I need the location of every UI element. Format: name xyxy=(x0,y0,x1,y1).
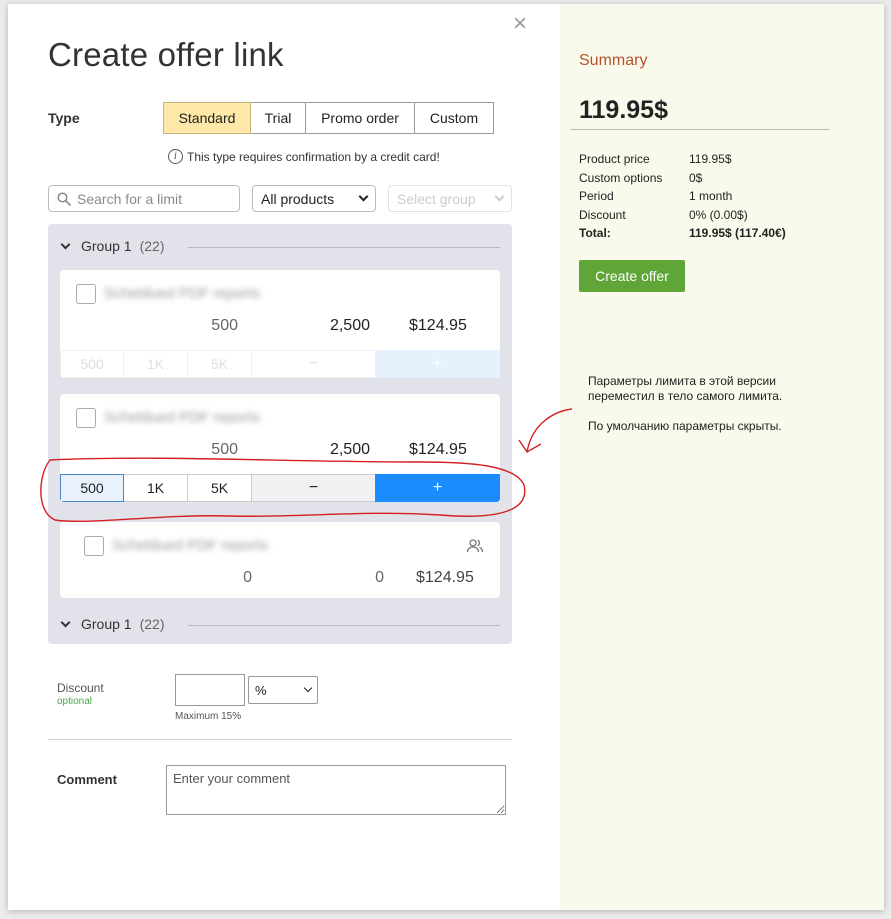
create-offer-modal: × Create offer link Type Standard Trial … xyxy=(8,4,884,910)
limit-price: $124.95 xyxy=(409,441,467,458)
limit-price: $124.95 xyxy=(416,569,474,586)
limit-name: Scheldued PDF reports xyxy=(104,285,260,302)
offer-form: × Create offer link Type Standard Trial … xyxy=(8,4,560,910)
discount-unit-value: % xyxy=(255,682,267,698)
summary-row-label: Custom options xyxy=(579,171,663,185)
type-segmented-control: Standard Trial Promo order Custom xyxy=(163,102,494,134)
annotation-line: Параметры лимита в этой версии xyxy=(588,374,776,388)
summary-row: Product price 119.95$ xyxy=(579,152,829,166)
limit-name: Scheldued PDF reports xyxy=(104,409,260,426)
group-name: Group 1 xyxy=(81,238,132,254)
type-trial-button[interactable]: Trial xyxy=(250,102,306,134)
step-5k-button[interactable]: 5K xyxy=(187,474,252,502)
limit-total: 2,500 xyxy=(329,441,370,458)
limit-checkbox[interactable] xyxy=(76,408,96,428)
summary-row-total: Total: 119.95$ (117.40€) xyxy=(579,226,829,240)
limit-controls: 500 1K 5K − + xyxy=(60,350,500,378)
limit-checkbox[interactable] xyxy=(76,284,96,304)
increment-button[interactable]: + xyxy=(375,474,500,502)
summary-row-label: Total: xyxy=(579,226,611,240)
summary-row-label: Discount xyxy=(579,208,626,222)
summary-panel: Summary 119.95$ Product price 119.95$ Cu… xyxy=(560,4,884,910)
limit-current: 500 xyxy=(211,441,238,458)
products-select[interactable]: All products xyxy=(252,185,376,212)
limit-current: 0 xyxy=(243,569,252,586)
summary-row-value: 0% (0.00$) xyxy=(689,208,748,222)
chevron-down-icon xyxy=(60,617,71,628)
step-1k-button[interactable]: 1K xyxy=(123,474,188,502)
limit-total: 2,500 xyxy=(329,317,370,334)
search-field[interactable] xyxy=(48,185,240,212)
close-icon[interactable]: × xyxy=(510,12,530,36)
discount-label: Discount xyxy=(57,681,104,695)
limit-total: 0 xyxy=(375,569,384,586)
discount-optional-label: optional xyxy=(57,696,93,707)
summary-title: Summary xyxy=(579,52,648,69)
annotation-note: Параметры лимита в этой версии перемести… xyxy=(588,374,848,404)
type-note: i This type requires confirmation by a c… xyxy=(168,149,440,164)
type-label: Type xyxy=(48,110,80,126)
group-header[interactable]: Group 1 (22) xyxy=(60,236,165,256)
step-500-button[interactable]: 500 xyxy=(60,474,124,502)
summary-row-label: Period xyxy=(579,189,614,203)
summary-row-value: 1 month xyxy=(689,189,733,203)
group-select[interactable]: Select group xyxy=(388,185,512,212)
limit-checkbox[interactable] xyxy=(84,536,104,556)
comment-label: Comment xyxy=(57,772,117,787)
chevron-down-icon xyxy=(358,191,369,202)
summary-row: Period 1 month xyxy=(579,189,829,203)
discount-unit-select[interactable]: % xyxy=(248,676,318,704)
chevron-down-icon xyxy=(303,683,313,693)
page-title: Create offer link xyxy=(48,36,284,73)
summary-row-value: 119.95$ (117.40€) xyxy=(689,226,786,240)
group-header[interactable]: Group 1 (22) xyxy=(60,614,165,634)
group-divider xyxy=(188,247,500,248)
users-icon xyxy=(466,539,484,553)
group-count: (22) xyxy=(139,238,165,254)
limit-price: $124.95 xyxy=(409,317,467,334)
limits-panel: Group 1 (22) Scheldued PDF reports 500 2… xyxy=(48,224,512,644)
limit-card: Scheldued PDF reports 500 2,500 $124.95 … xyxy=(60,394,500,502)
chevron-down-icon xyxy=(494,191,505,202)
summary-total: 119.95$ xyxy=(579,96,668,124)
annotation-note: По умолчанию параметры скрыты. xyxy=(588,419,848,434)
type-note-text: This type requires confirmation by a cre… xyxy=(187,149,440,164)
step-5k-button[interactable]: 5K xyxy=(187,350,252,378)
group-select-placeholder: Select group xyxy=(397,190,476,207)
summary-row-value: 119.95$ xyxy=(689,152,732,166)
section-divider xyxy=(48,739,512,740)
type-standard-button[interactable]: Standard xyxy=(163,102,251,134)
annotation-line: переместил в тело самого лимита. xyxy=(588,389,783,403)
limit-current: 500 xyxy=(211,317,238,334)
search-input[interactable] xyxy=(77,190,227,207)
summary-row-value: 0$ xyxy=(689,171,703,185)
group-divider xyxy=(188,625,500,626)
summary-divider xyxy=(570,129,830,130)
decrement-button[interactable]: − xyxy=(251,350,376,378)
limit-card: Scheldued PDF reports 0 0 $124.95 xyxy=(60,522,500,598)
annotation-line: По умолчанию параметры скрыты. xyxy=(588,419,782,433)
decrement-button[interactable]: − xyxy=(251,474,376,502)
step-1k-button[interactable]: 1K xyxy=(123,350,188,378)
discount-max-hint: Maximum 15% xyxy=(175,711,242,722)
group-count: (22) xyxy=(139,616,165,632)
limit-controls: 500 1K 5K − + xyxy=(60,474,500,502)
limit-card: Scheldued PDF reports 500 2,500 $124.95 … xyxy=(60,270,500,378)
type-promo-order-button[interactable]: Promo order xyxy=(305,102,415,134)
search-icon xyxy=(57,191,71,206)
comment-textarea[interactable] xyxy=(166,765,506,815)
type-custom-button[interactable]: Custom xyxy=(414,102,494,134)
discount-input[interactable] xyxy=(175,674,245,706)
increment-button[interactable]: + xyxy=(375,350,500,378)
chevron-down-icon xyxy=(60,239,71,250)
limit-name: Scheldued PDF reports xyxy=(112,537,268,554)
summary-row: Custom options 0$ xyxy=(579,171,829,185)
step-500-button[interactable]: 500 xyxy=(60,350,124,378)
info-icon: i xyxy=(168,149,183,164)
summary-row: Discount 0% (0.00$) xyxy=(579,208,829,222)
products-select-value: All products xyxy=(261,190,335,207)
summary-row-label: Product price xyxy=(579,152,650,166)
create-offer-button[interactable]: Create offer xyxy=(579,260,685,292)
group-name: Group 1 xyxy=(81,616,132,632)
